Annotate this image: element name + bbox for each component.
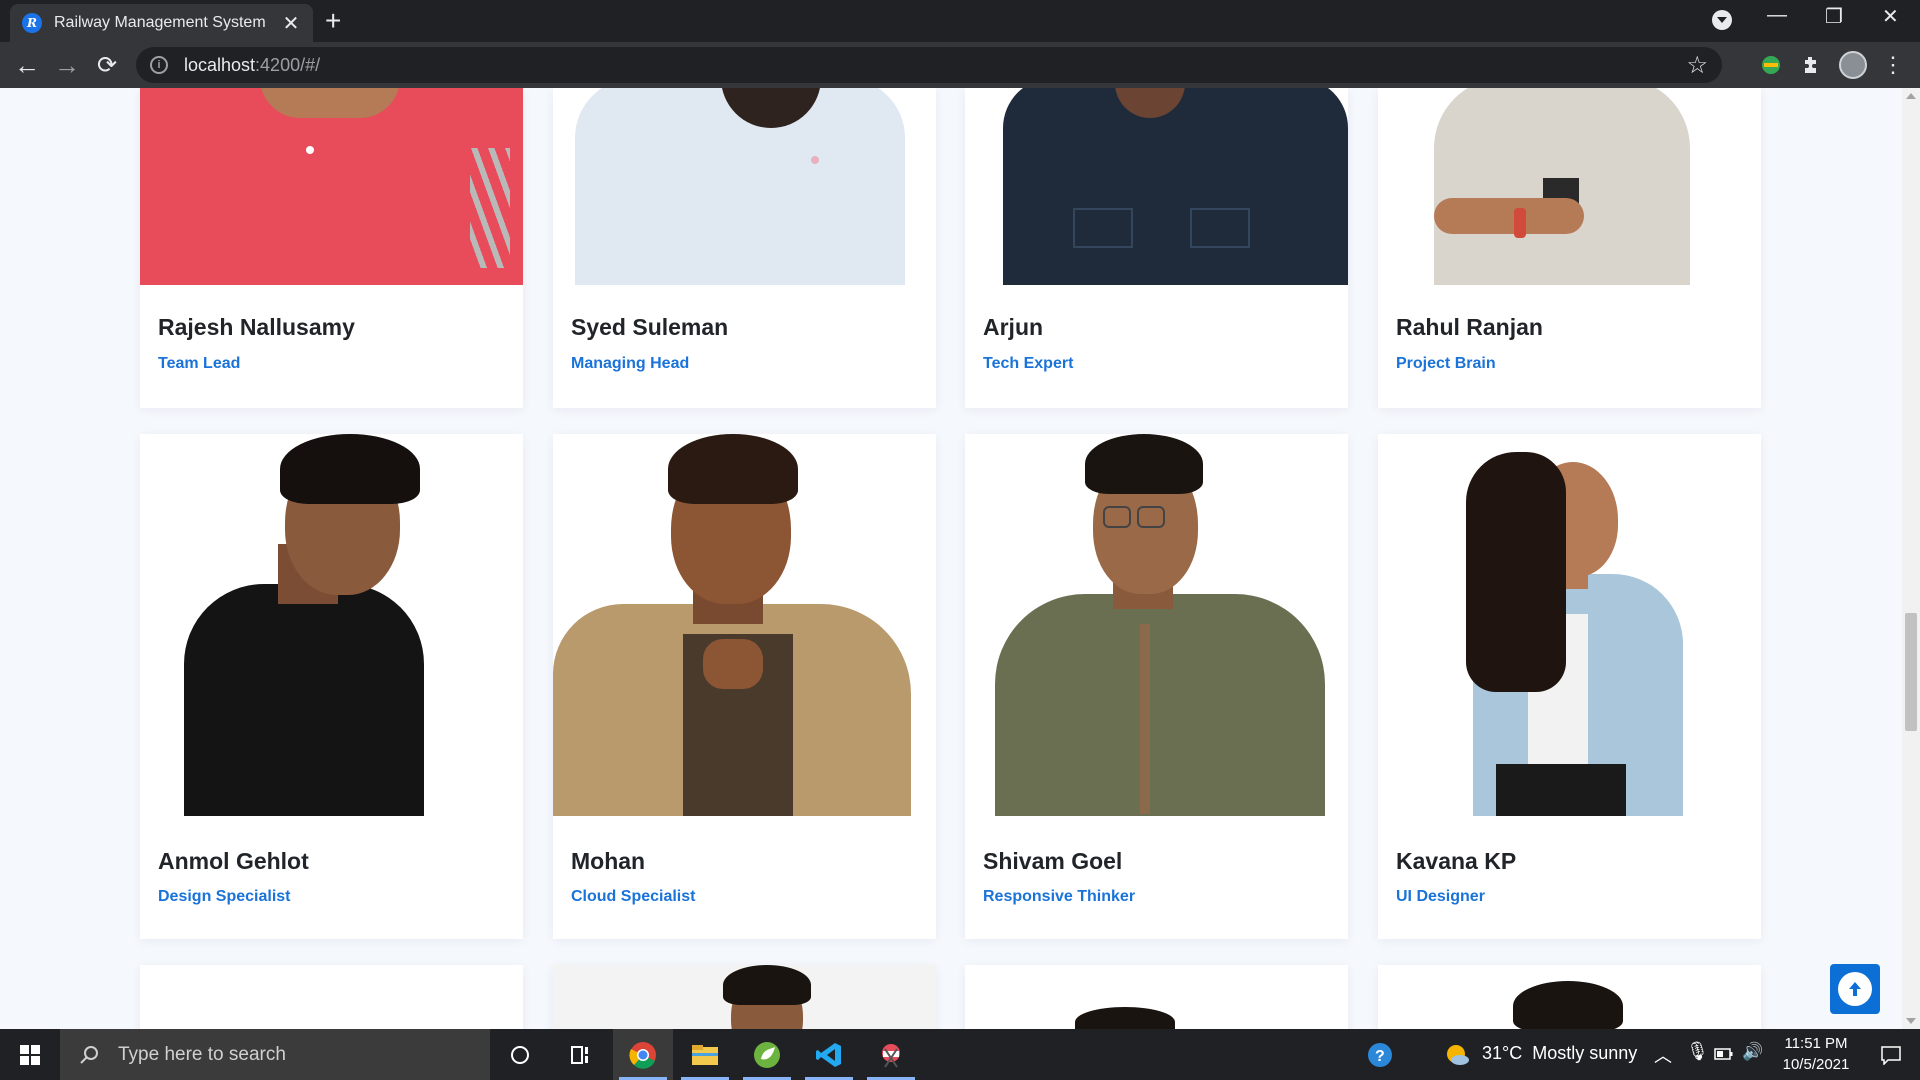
team-member-name: Mohan — [571, 848, 646, 874]
vscode-icon[interactable] — [799, 1029, 859, 1080]
team-member-name: Syed Suleman — [571, 314, 729, 340]
help-icon[interactable]: ? — [1350, 1029, 1410, 1080]
team-member-role: UI Designer — [1396, 888, 1485, 905]
team-member-role: Design Specialist — [158, 888, 291, 905]
team-member-name: Rahul Ranjan — [1396, 314, 1543, 340]
team-member-photo — [965, 88, 1348, 285]
team-card: Rajesh Nallusamy Team Lead — [140, 88, 523, 408]
taskbar-clock[interactable]: 11:51 PM 10/5/2021 — [1772, 1033, 1860, 1075]
url-text: localhost:4200/#/ — [184, 54, 321, 75]
team-member-role: Tech Expert — [983, 355, 1074, 372]
reload-icon[interactable]: ⟳ — [90, 48, 124, 82]
team-member-name: Kavana KP — [1396, 848, 1517, 874]
search-placeholder: Type here to search — [118, 1043, 286, 1065]
team-member-name: Arjun — [983, 314, 1044, 340]
team-card: Anmol Gehlot Design Specialist — [140, 434, 523, 939]
arrow-up-circle-icon — [1838, 972, 1872, 1006]
team-card — [553, 965, 936, 1029]
taskbar-search-box[interactable]: Type here to search — [60, 1029, 490, 1080]
team-member-name: Shivam Goel — [983, 848, 1123, 874]
team-member-photo — [140, 88, 523, 285]
team-card: Arjun Tech Expert — [965, 88, 1348, 408]
forward-icon[interactable]: → — [50, 48, 84, 82]
task-view-icon[interactable] — [550, 1029, 610, 1080]
windows-taskbar: Type here to search ? 31°C Mostly sunny … — [0, 1029, 1920, 1080]
site-info-icon[interactable]: i — [150, 56, 168, 74]
scrollbar-thumb[interactable] — [1905, 613, 1917, 731]
team-member-name: Rajesh Nallusamy — [158, 314, 355, 340]
page-scrollbar[interactable] — [1902, 88, 1920, 1029]
snipping-tool-icon[interactable] — [861, 1029, 921, 1080]
team-member-role: Team Lead — [158, 355, 241, 372]
clock-date: 10/5/2021 — [1782, 1056, 1850, 1073]
team-card — [1378, 965, 1761, 1029]
team-card — [965, 965, 1348, 1029]
team-card: Syed Suleman Managing Head — [553, 88, 936, 408]
close-tab-icon[interactable]: ✕ — [281, 11, 301, 36]
team-member-photo — [553, 88, 936, 285]
new-tab-button[interactable]: + — [325, 7, 341, 35]
puzzle-icon[interactable] — [1798, 52, 1824, 78]
file-explorer-icon[interactable] — [675, 1029, 735, 1080]
cortana-icon[interactable] — [490, 1029, 550, 1080]
tab-search-icon[interactable] — [1712, 10, 1732, 30]
battery-icon[interactable] — [1714, 1045, 1734, 1066]
team-card: Mohan Cloud Specialist — [553, 434, 936, 939]
team-card — [140, 965, 523, 1029]
scroll-down-arrow-icon[interactable] — [1906, 1018, 1916, 1024]
chrome-icon[interactable] — [613, 1029, 673, 1080]
bookmark-star-icon[interactable]: ☆ — [1686, 51, 1708, 80]
close-window-icon[interactable]: ✕ — [1882, 4, 1899, 29]
browser-tab[interactable]: R Railway Management System ✕ — [10, 4, 313, 42]
notification-icon[interactable] — [1862, 1029, 1920, 1080]
spring-tool-icon[interactable] — [737, 1029, 797, 1080]
team-card: Rahul Ranjan Project Brain — [1378, 88, 1761, 408]
team-member-photo — [1378, 434, 1761, 816]
volume-icon[interactable]: 🔊 — [1742, 1042, 1763, 1062]
team-member-photo — [965, 434, 1348, 816]
team-card: Kavana KP UI Designer — [1378, 434, 1761, 939]
clock-time: 11:51 PM — [1784, 1035, 1848, 1052]
team-member-role: Project Brain — [1396, 355, 1496, 372]
address-bar[interactable]: i localhost:4200/#/ ☆ — [136, 47, 1722, 83]
back-icon[interactable]: ← — [10, 48, 44, 82]
scroll-to-top-button[interactable] — [1830, 964, 1880, 1014]
minimize-icon[interactable]: — — [1767, 4, 1787, 27]
team-member-name: Anmol Gehlot — [158, 848, 309, 874]
app-favicon-icon: R — [22, 13, 42, 33]
microphone-icon[interactable]: 🎙 — [1686, 1041, 1709, 1062]
team-member-role: Cloud Specialist — [571, 888, 696, 905]
weather-icon[interactable] — [1440, 1029, 1474, 1080]
tab-title: Railway Management System — [54, 14, 266, 31]
team-member-role: Managing Head — [571, 355, 690, 372]
browser-toolbar: ← → ⟳ i localhost:4200/#/ ☆ ⋮ — [0, 42, 1920, 88]
profile-avatar[interactable] — [1839, 51, 1867, 79]
team-member-photo — [140, 434, 523, 816]
svg-text:?: ? — [1375, 1048, 1385, 1065]
chevron-up-icon[interactable]: ︿ — [1654, 1042, 1672, 1068]
restore-icon[interactable]: ❐ — [1825, 4, 1843, 29]
team-member-photo — [1378, 88, 1761, 285]
scroll-up-arrow-icon[interactable] — [1906, 93, 1916, 99]
team-member-role: Responsive Thinker — [983, 888, 1136, 905]
team-card: Shivam Goel Responsive Thinker — [965, 434, 1348, 939]
weather-text[interactable]: 31°C Mostly sunny — [1482, 1043, 1637, 1064]
search-icon — [80, 1045, 98, 1064]
team-member-photo — [553, 434, 936, 816]
menu-kebab-icon[interactable]: ⋮ — [1880, 52, 1906, 78]
windows-start-icon[interactable] — [0, 1029, 60, 1080]
extension-icon[interactable] — [1758, 52, 1784, 78]
browser-tab-strip: R Railway Management System ✕ + — ❐ ✕ — [0, 0, 1920, 42]
page-content: Rajesh Nallusamy Team Lead Syed Suleman … — [0, 88, 1920, 1029]
